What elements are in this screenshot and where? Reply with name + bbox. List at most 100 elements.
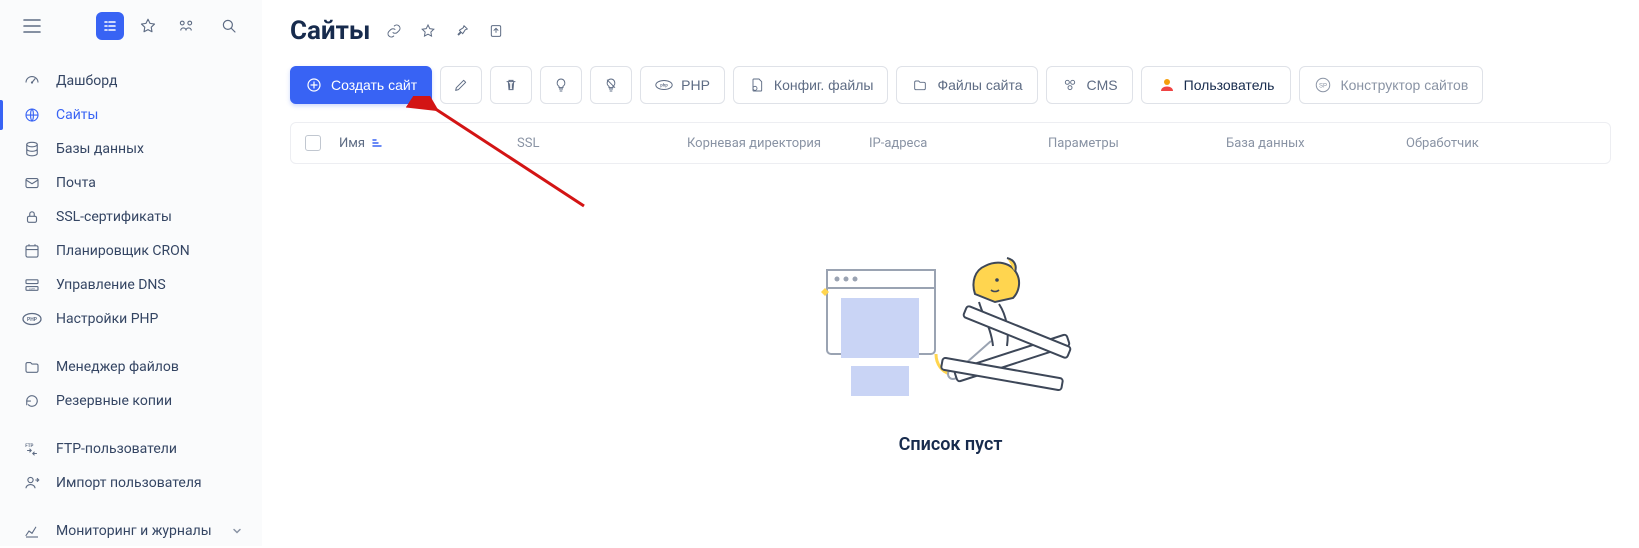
sidebar-item-ftp[interactable]: FTP FTP-пользователи: [0, 432, 261, 466]
cms-button[interactable]: CMS: [1046, 66, 1133, 104]
button-label: CMS: [1087, 77, 1118, 93]
builder-button[interactable]: SP Конструктор сайтов: [1299, 66, 1483, 104]
sidebar-item-label: Настройки PHP: [56, 311, 158, 327]
star-icon[interactable]: [134, 12, 162, 40]
sidebar-item-cron[interactable]: Планировщик CRON: [0, 234, 261, 268]
database-icon: [22, 139, 42, 159]
page-title: Сайты: [290, 16, 370, 46]
empty-illustration: [821, 256, 1081, 416]
main-content: Сайты Создать сайт php PHP Конфиг. файлы: [262, 0, 1639, 546]
sidebar-item-databases[interactable]: Базы данных: [0, 132, 261, 166]
empty-state: Список пуст: [290, 164, 1611, 546]
folder-icon: [22, 357, 42, 377]
link-icon[interactable]: [384, 21, 404, 41]
search-icon[interactable]: [215, 12, 243, 40]
sidebar-item-label: Мониторинг и журналы: [56, 523, 212, 539]
sidebar-item-label: Импорт пользователя: [56, 475, 202, 491]
bulb-icon: [552, 76, 570, 94]
sp-icon: SP: [1314, 76, 1332, 94]
user-color-icon: [1158, 76, 1176, 94]
select-all-checkbox[interactable]: [305, 135, 321, 151]
speedometer-icon: [22, 71, 42, 91]
sidebar-top: [0, 0, 261, 58]
col-root[interactable]: Корневая директория: [687, 136, 869, 151]
folder-open-icon: [911, 76, 929, 94]
disable-button[interactable]: [590, 66, 632, 104]
sidebar-item-ssl[interactable]: SSL-сертификаты: [0, 200, 261, 234]
steps-icon[interactable]: [172, 12, 200, 40]
sidebar: Дашборд Сайты Базы данных Почта SSL-серт…: [0, 0, 262, 546]
files-button[interactable]: Файлы сайта: [896, 66, 1037, 104]
toolbar: Создать сайт php PHP Конфиг. файлы Файлы…: [290, 66, 1611, 104]
trash-icon: [502, 76, 520, 94]
bulb-off-icon: [602, 76, 620, 94]
pencil-icon: [452, 76, 470, 94]
sidebar-item-mail[interactable]: Почта: [0, 166, 261, 200]
sidebar-item-label: Менеджер файлов: [56, 359, 179, 375]
button-label: Конфиг. файлы: [774, 77, 874, 93]
pin-icon[interactable]: [452, 21, 472, 41]
chevron-down-icon: [231, 525, 243, 537]
php-icon: PHP: [22, 309, 42, 329]
button-label: Создать сайт: [331, 77, 417, 93]
burger-icon[interactable]: [18, 12, 46, 40]
globe-icon: [22, 105, 42, 125]
user-import-icon: [22, 473, 42, 493]
mail-icon: [22, 173, 42, 193]
sidebar-item-import[interactable]: Импорт пользователя: [0, 466, 261, 500]
sidebar-item-label: Базы данных: [56, 141, 144, 157]
page-header: Сайты: [290, 16, 1611, 46]
button-label: Конструктор сайтов: [1340, 77, 1468, 93]
sidebar-item-php[interactable]: PHP Настройки PHP: [0, 302, 261, 336]
sidebar-item-dashboard[interactable]: Дашборд: [0, 64, 261, 98]
sidebar-item-files[interactable]: Менеджер файлов: [0, 350, 261, 384]
sidebar-item-label: Почта: [56, 175, 96, 191]
config-button[interactable]: Конфиг. файлы: [733, 66, 889, 104]
php-button[interactable]: php PHP: [640, 66, 725, 104]
file-gear-icon: [748, 76, 766, 94]
svg-text:com: com: [29, 287, 35, 291]
col-params[interactable]: Параметры: [1048, 136, 1226, 151]
php-icon: php: [655, 76, 673, 94]
svg-text:FTP: FTP: [25, 443, 33, 449]
ftp-icon: FTP: [22, 439, 42, 459]
enable-button[interactable]: [540, 66, 582, 104]
svg-text:PHP: PHP: [27, 317, 38, 323]
sidebar-item-dns[interactable]: com Управление DNS: [0, 268, 261, 302]
plus-circle-icon: [305, 76, 323, 94]
calendar-icon: [22, 241, 42, 261]
list-view-icon[interactable]: [96, 12, 124, 40]
svg-text:php: php: [660, 83, 668, 88]
sidebar-item-sites[interactable]: Сайты: [0, 98, 261, 132]
create-site-button[interactable]: Создать сайт: [290, 66, 432, 104]
sidebar-item-label: FTP-пользователи: [56, 441, 177, 457]
sidebar-item-label: SSL-сертификаты: [56, 209, 172, 225]
lock-icon: [22, 207, 42, 227]
backup-icon: [22, 391, 42, 411]
col-ssl[interactable]: SSL: [517, 136, 687, 151]
sort-asc-icon: [371, 137, 383, 149]
sidebar-item-label: Дашборд: [56, 73, 117, 89]
sidebar-item-backup[interactable]: Резервные копии: [0, 384, 261, 418]
dns-icon: com: [22, 275, 42, 295]
star-icon[interactable]: [418, 21, 438, 41]
user-button[interactable]: Пользователь: [1141, 66, 1292, 104]
col-db[interactable]: База данных: [1226, 136, 1406, 151]
col-handler[interactable]: Обработчик: [1406, 136, 1596, 151]
sidebar-item-label: Сайты: [56, 107, 98, 123]
chart-icon: [22, 521, 42, 541]
sidebar-item-label: Планировщик CRON: [56, 243, 190, 259]
button-label: PHP: [681, 77, 710, 93]
sidebar-item-monitoring[interactable]: Мониторинг и журналы: [0, 514, 261, 548]
col-name[interactable]: Имя: [339, 136, 517, 151]
export-icon[interactable]: [486, 21, 506, 41]
button-label: Пользователь: [1184, 77, 1275, 93]
empty-text: Список пуст: [899, 434, 1003, 455]
col-ip[interactable]: IP-адреса: [869, 136, 1048, 151]
sidebar-item-label: Резервные копии: [56, 393, 172, 409]
edit-button[interactable]: [440, 66, 482, 104]
delete-button[interactable]: [490, 66, 532, 104]
table-header: Имя SSL Корневая директория IP-адреса Па…: [290, 122, 1611, 164]
cms-icon: [1061, 76, 1079, 94]
button-label: Файлы сайта: [937, 77, 1022, 93]
